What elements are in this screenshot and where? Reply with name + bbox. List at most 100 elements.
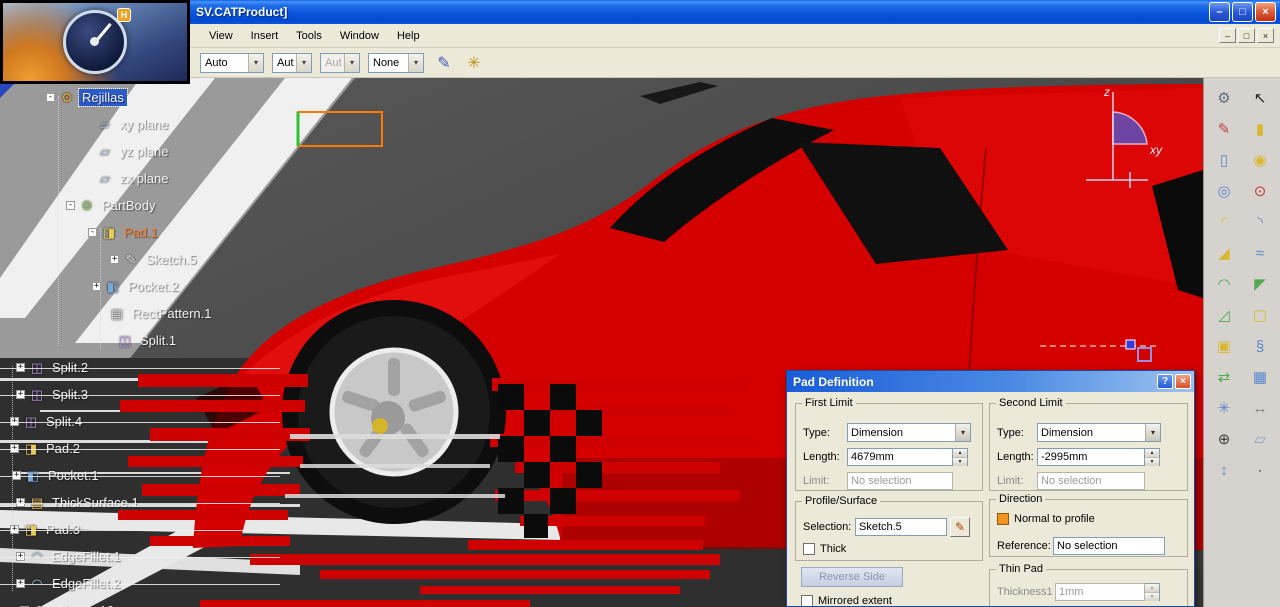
- sketch-button[interactable]: [950, 517, 970, 537]
- tree-item-label[interactable]: Pad.1: [121, 224, 161, 241]
- pad-icon[interactable]: ▮: [1247, 117, 1273, 141]
- shaft-icon[interactable]: ◉: [1247, 148, 1273, 172]
- menu-item[interactable]: Window: [331, 26, 388, 46]
- groove-icon[interactable]: ◎: [1211, 179, 1237, 203]
- dialog-close-button[interactable]: ×: [1175, 374, 1191, 389]
- rect-pattern-icon[interactable]: ▦: [1247, 365, 1273, 389]
- dialog-help-button[interactable]: ?: [1157, 374, 1173, 389]
- select-arrow-icon[interactable]: ↖: [1247, 86, 1273, 110]
- tree-item[interactable]: ◫ Split.1: [0, 327, 310, 354]
- tree-item[interactable]: + ◫ Split.2: [0, 354, 310, 381]
- toolbar-combo[interactable]: None: [368, 52, 424, 73]
- menu-item[interactable]: Help: [388, 26, 429, 46]
- tree-expander[interactable]: -: [88, 228, 97, 237]
- tree-expander[interactable]: +: [92, 282, 101, 291]
- tree-expander[interactable]: +: [16, 498, 25, 507]
- tree-item[interactable]: ▱ zx plane: [0, 165, 310, 192]
- pocket-icon[interactable]: ▯: [1211, 148, 1237, 172]
- mdi-restore-button[interactable]: □: [1238, 28, 1255, 43]
- tree-item-label[interactable]: EdgeFillet.2: [49, 575, 124, 592]
- tree-item-label[interactable]: Sketch.5: [143, 251, 200, 268]
- mdi-minimize-button[interactable]: –: [1219, 28, 1236, 43]
- second-limit-type-select[interactable]: Dimension: [1037, 423, 1161, 442]
- paint-tool-icon[interactable]: ✳: [462, 51, 486, 75]
- direction-reference-input[interactable]: [1053, 537, 1165, 555]
- toolbar-combo[interactable]: Aut: [272, 52, 312, 73]
- tree-expander[interactable]: +: [10, 417, 19, 426]
- second-limit-length-spinner[interactable]: [1145, 448, 1160, 466]
- tree-item-label[interactable]: Split.3: [49, 386, 91, 403]
- circ-pattern-icon[interactable]: ✳: [1211, 396, 1237, 420]
- hole-icon[interactable]: ⊙: [1247, 179, 1273, 203]
- tree-item-label[interactable]: yz plane: [117, 143, 171, 160]
- tree-expander[interactable]: +: [16, 390, 25, 399]
- tree-expander[interactable]: +: [12, 471, 21, 480]
- plane-icon[interactable]: ▱: [1247, 427, 1273, 451]
- toolbar-combo[interactable]: Auto: [200, 52, 264, 73]
- tree-item[interactable]: - ⚙ Rejillas: [0, 84, 310, 111]
- slot-icon[interactable]: ◝: [1247, 210, 1273, 234]
- tree-item-label[interactable]: PartBody: [99, 197, 158, 214]
- tree-item[interactable]: + ▤ ThickSurface.1: [0, 489, 310, 516]
- tree-expander[interactable]: +: [16, 363, 25, 372]
- scale-icon[interactable]: ↔: [1247, 396, 1273, 420]
- tree-expander[interactable]: +: [16, 579, 25, 588]
- tree-item-label[interactable]: Split.4: [43, 413, 85, 430]
- normal-to-profile-checkbox[interactable]: [997, 513, 1009, 525]
- tree-item[interactable]: + ◨ Pad.2: [0, 435, 310, 462]
- tree-item[interactable]: ▦ RectPattern.1: [0, 300, 310, 327]
- first-limit-type-select[interactable]: Dimension: [847, 423, 971, 442]
- tree-item[interactable]: + ◧ Pocket.2: [0, 273, 310, 300]
- tree-item[interactable]: + ◨ Pad.3: [0, 516, 310, 543]
- chevron-down-icon[interactable]: [1145, 424, 1160, 441]
- tree-item-label[interactable]: Pocket.2: [125, 278, 182, 295]
- tree-item[interactable]: + ◠ EdgeFillet.1: [0, 543, 310, 570]
- toolbar-combo[interactable]: Aut: [320, 52, 360, 73]
- rib-icon[interactable]: ◜: [1211, 210, 1237, 234]
- thickness-icon[interactable]: ▣: [1211, 334, 1237, 358]
- pencil-tool-icon[interactable]: ✎: [432, 51, 456, 75]
- mdi-close-button[interactable]: ×: [1257, 28, 1274, 43]
- chevron-down-icon[interactable]: [296, 53, 311, 72]
- tree-item-label[interactable]: RectPattern.1: [129, 305, 215, 322]
- draft-icon[interactable]: ◿: [1211, 303, 1237, 327]
- thread-icon[interactable]: §: [1247, 334, 1273, 358]
- tree-expander[interactable]: -: [66, 201, 75, 210]
- tree-item[interactable]: - ◨ Pad.1: [0, 219, 310, 246]
- maximize-button[interactable]: □: [1232, 2, 1253, 22]
- tree-expander[interactable]: +: [110, 255, 119, 264]
- tree-item[interactable]: + ◫ Split.4: [0, 408, 310, 435]
- tree-item-label[interactable]: Sketch.16: [53, 602, 117, 607]
- tree-item[interactable]: + ✎ Sketch.16: [0, 597, 310, 607]
- tree-item[interactable]: ▱ xy plane: [0, 111, 310, 138]
- tree-item-label[interactable]: xy plane: [117, 116, 171, 133]
- chevron-down-icon[interactable]: [344, 53, 359, 72]
- sketch-icon[interactable]: ✎: [1211, 117, 1237, 141]
- chamfer-icon[interactable]: ◤: [1247, 272, 1273, 296]
- tree-item[interactable]: + ◧ Pocket.1: [0, 462, 310, 489]
- tree-expander[interactable]: +: [10, 525, 19, 534]
- tree-item-label[interactable]: ThickSurface.1: [49, 494, 142, 511]
- tree-expander[interactable]: +: [16, 552, 25, 561]
- shell-icon[interactable]: ▢: [1247, 303, 1273, 327]
- tree-item[interactable]: + ◫ Split.3: [0, 381, 310, 408]
- tree-item-label[interactable]: Pocket.1: [45, 467, 102, 484]
- first-limit-length-input[interactable]: [847, 448, 953, 466]
- tree-item-label[interactable]: Pad.2: [43, 440, 83, 457]
- tree-item-label[interactable]: zx plane: [117, 170, 171, 187]
- tree-item[interactable]: - ⚙ PartBody: [0, 192, 310, 219]
- chevron-down-icon[interactable]: [408, 53, 423, 72]
- chevron-down-icon[interactable]: [248, 53, 263, 72]
- gear-icon[interactable]: ⚙: [1211, 86, 1237, 110]
- tree-item-label[interactable]: Rejillas: [78, 88, 128, 107]
- tree-item[interactable]: + ✎ Sketch.5: [0, 246, 310, 273]
- dialog-title-bar[interactable]: Pad Definition ? ×: [787, 371, 1194, 392]
- tree-item-label[interactable]: Split.2: [49, 359, 91, 376]
- thick-checkbox[interactable]: [803, 543, 815, 555]
- tree-expander[interactable]: -: [46, 93, 55, 102]
- fillet-icon[interactable]: ◠: [1211, 272, 1237, 296]
- tree-expander[interactable]: +: [10, 444, 19, 453]
- first-limit-length-spinner[interactable]: [953, 448, 968, 466]
- chevron-down-icon[interactable]: [955, 424, 970, 441]
- menu-item[interactable]: Insert: [242, 26, 288, 46]
